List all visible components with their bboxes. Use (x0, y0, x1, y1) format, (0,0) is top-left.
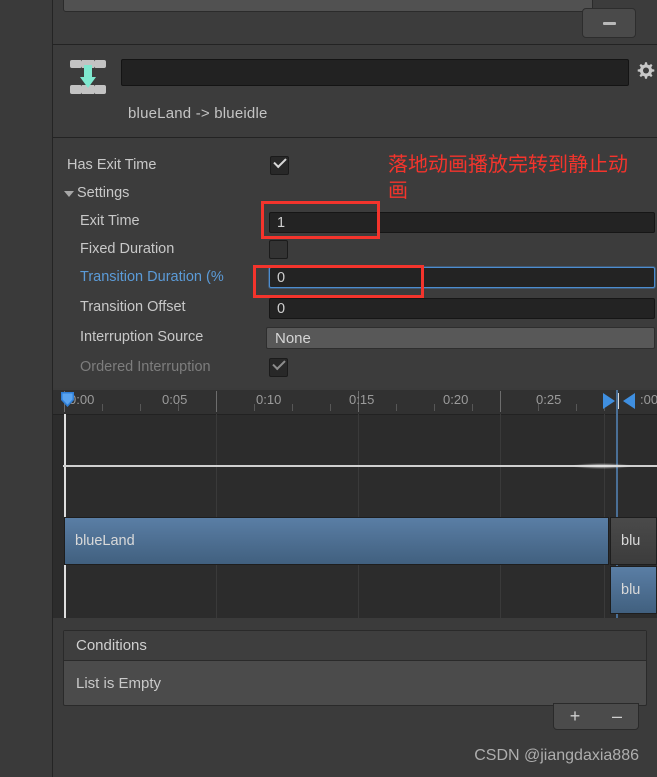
gear-icon[interactable] (635, 61, 655, 81)
has-exit-time-checkbox[interactable] (270, 154, 289, 175)
add-condition-button[interactable]: + (554, 704, 596, 729)
row-exit-time: Exit Time 1 (53, 208, 657, 236)
foldout-triangle-icon[interactable] (64, 191, 74, 197)
ruler-label-5: 0:25 (536, 392, 562, 407)
unity-inspector-transition-panel: blueLand -> blueidle Has Exit Time Setti… (0, 0, 657, 777)
transition-offset-label: Transition Offset (80, 299, 186, 315)
minus-icon (602, 21, 616, 25)
ordered-interruption-label: Ordered Interruption (80, 359, 211, 375)
ruler-label-6: :00 (640, 392, 657, 407)
timeline-start-marker (64, 414, 66, 618)
transition-curve-blend-region (572, 463, 632, 469)
playhead-marker-icon[interactable] (60, 391, 75, 408)
exit-time-input[interactable]: 1 (269, 212, 655, 233)
ordered-interruption-checkbox[interactable] (269, 356, 288, 377)
interruption-source-label: Interruption Source (80, 329, 204, 345)
transition-offset-input[interactable]: 0 (269, 298, 655, 319)
left-panel-gutter (0, 0, 53, 777)
timeline-ruler[interactable]: 0:00 0:05 0:10 0:15 0:20 0:25 :00 (53, 390, 657, 415)
transition-curve-line (63, 465, 657, 467)
has-exit-time-label: Has Exit Time (67, 157, 157, 173)
checkmark-icon (272, 356, 286, 371)
conditions-empty-text: List is Empty (76, 675, 162, 692)
row-fixed-duration: Fixed Duration (53, 236, 657, 264)
transition-duration-label: Transition Duration (% (80, 269, 224, 285)
checkmark-icon (273, 154, 287, 169)
row-ordered-interruption: Ordered Interruption (53, 354, 657, 382)
conditions-header: Conditions (64, 631, 646, 661)
remove-condition-button[interactable]: – (596, 704, 638, 729)
timeline-clip-right-bottom[interactable]: blu (610, 566, 657, 614)
exit-time-label: Exit Time (80, 213, 140, 229)
ruler-label-2: 0:10 (256, 392, 282, 407)
ruler-label-4: 0:20 (443, 392, 469, 407)
row-interruption-source: Interruption Source None (53, 324, 657, 352)
transition-range-handles-icon[interactable] (601, 391, 639, 411)
fixed-duration-checkbox[interactable] (269, 240, 288, 259)
top-text-field[interactable] (63, 0, 593, 12)
conditions-list: Conditions List is Empty (63, 630, 647, 706)
timeline-clip-blueland[interactable]: blueLand (64, 517, 609, 565)
transition-timeline[interactable]: 0:00 0:05 0:10 0:15 0:20 0:25 :00 blueLa… (53, 390, 657, 618)
interruption-source-dropdown[interactable]: None (266, 327, 655, 349)
top-partial-block (53, 0, 657, 45)
settings-foldout-label: Settings (77, 185, 130, 201)
timeline-clip-right-top[interactable]: blu (610, 517, 657, 565)
timeline-track-area[interactable] (53, 414, 657, 618)
ruler-label-1: 0:05 (162, 392, 188, 407)
transition-name-field[interactable] (121, 59, 629, 86)
transition-title: blueLand -> blueidle (128, 105, 268, 122)
conditions-toolbar: + – (553, 703, 639, 730)
fixed-duration-label: Fixed Duration (80, 241, 175, 257)
remove-button[interactable] (582, 8, 636, 38)
row-transition-duration: Transition Duration (% 0 (53, 264, 657, 292)
row-transition-offset: Transition Offset 0 (53, 294, 657, 322)
transition-header: blueLand -> blueidle (53, 45, 657, 138)
ruler-label-3: 0:15 (349, 392, 375, 407)
annotation-text: 落地动画播放完转到静止动画 (388, 154, 628, 202)
watermark: CSDN @jiangdaxia886 (474, 747, 639, 764)
transition-duration-input[interactable]: 0 (269, 267, 655, 288)
transition-icon (70, 60, 106, 94)
